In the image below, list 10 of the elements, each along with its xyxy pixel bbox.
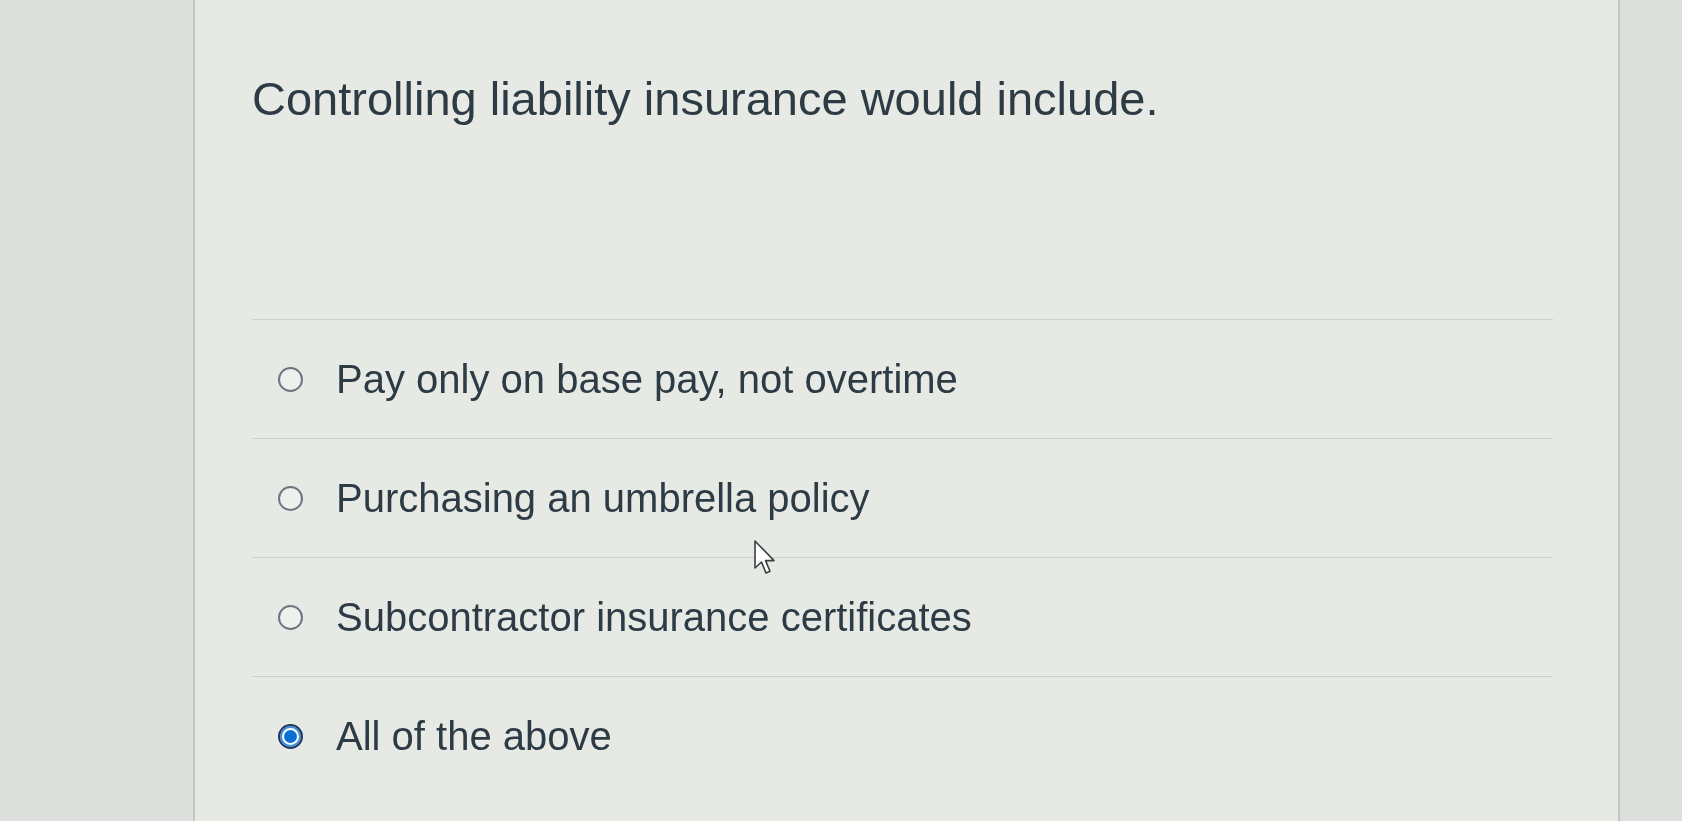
radio-button[interactable] <box>278 723 303 749</box>
option-label[interactable]: Pay only on base pay, not overtime <box>336 355 958 403</box>
question-text: Controlling liability insurance would include. <box>252 71 1160 127</box>
mouse-pointer-icon <box>754 540 776 576</box>
radio-button[interactable] <box>278 604 303 630</box>
radio-button[interactable] <box>278 366 303 392</box>
option-label[interactable]: All of the above <box>336 712 612 760</box>
option-label[interactable]: Subcontractor insurance certificates <box>336 593 972 641</box>
radio-button[interactable] <box>278 485 303 511</box>
option-label[interactable]: Purchasing an umbrella policy <box>336 474 870 522</box>
